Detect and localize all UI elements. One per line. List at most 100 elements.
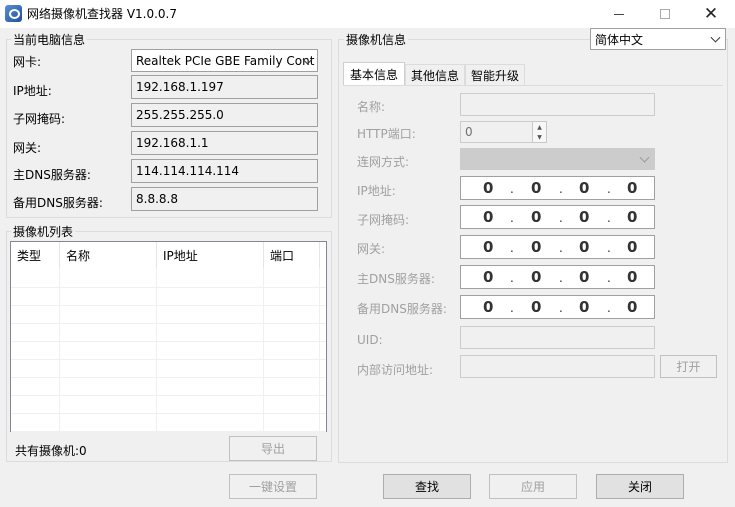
dns1-octet-3: 0 (579, 268, 590, 286)
tab-basic-info[interactable]: 基本信息 (343, 62, 405, 86)
close-button[interactable]: 关闭 (596, 474, 684, 499)
gateway-octet-4: 0 (627, 238, 638, 256)
octet-dot: . (510, 182, 514, 196)
internal-addr-field[interactable] (460, 355, 655, 378)
dns1-octet-2: 0 (531, 268, 542, 286)
net-mode-label: 连网方式: (357, 155, 410, 169)
mask-octet-2: 0 (531, 208, 542, 226)
octet-dot: . (559, 182, 563, 196)
dns2-octet-2: 0 (531, 298, 542, 316)
pc-gateway-label: 网关: (13, 141, 42, 155)
octet-dot: . (559, 241, 563, 255)
cam-gateway-field[interactable]: 0 . 0 . 0 . 0 (460, 235, 655, 259)
nic-value: Realtek PCIe GBE Family Cont (136, 53, 315, 68)
dns2-octet-4: 0 (627, 298, 638, 316)
uid-label: UID: (357, 333, 383, 347)
octet-dot: . (510, 211, 514, 225)
pc-dns2-label: 备用DNS服务器: (13, 196, 103, 210)
empty-row (11, 414, 326, 432)
empty-row (11, 360, 326, 378)
octet-dot: . (607, 241, 611, 255)
column-header-ip[interactable]: IP地址 (157, 242, 264, 268)
column-header-type[interactable]: 类型 (11, 242, 60, 268)
maximize-icon (642, 0, 688, 28)
net-mode-select[interactable] (460, 148, 655, 170)
empty-row (11, 324, 326, 342)
cam-name-field[interactable] (460, 93, 655, 116)
column-header-port[interactable]: 端口 (264, 242, 320, 268)
pc-mask-field[interactable]: 255.255.255.0 (131, 103, 318, 127)
pc-ip-field[interactable]: 192.168.1.197 (131, 75, 318, 99)
tab-smart-upgrade[interactable]: 智能升级 (465, 64, 525, 86)
ip-octet-1: 0 (483, 179, 494, 197)
cam-dns1-field[interactable]: 0 . 0 . 0 . 0 (460, 265, 655, 289)
chevron-down-icon (639, 152, 650, 163)
pc-info-title: 当前电脑信息 (11, 31, 88, 48)
octet-dot: . (559, 301, 563, 315)
nic-select[interactable]: Realtek PCIe GBE Family Cont (131, 49, 318, 72)
octet-dot: . (607, 211, 611, 225)
camera-list-header: 类型 名称 IP地址 端口 (11, 242, 326, 268)
column-header-name[interactable]: 名称 (60, 242, 157, 268)
spin-down-icon[interactable]: ▼ (533, 132, 546, 142)
cam-mask-label: 子网掩码: (357, 213, 410, 227)
internal-addr-label: 内部访问地址: (357, 363, 434, 377)
search-button[interactable]: 查找 (383, 474, 471, 499)
cam-dns2-field[interactable]: 0 . 0 . 0 . 0 (460, 295, 655, 319)
empty-row (11, 306, 326, 324)
http-port-field[interactable]: 0 (460, 121, 533, 143)
dns1-octet-4: 0 (627, 268, 638, 286)
language-value: 简体中文 (595, 32, 644, 47)
apply-button[interactable]: 应用 (489, 474, 577, 499)
ip-octet-4: 0 (627, 179, 638, 197)
language-select[interactable]: 简体中文 (590, 28, 726, 50)
close-icon[interactable]: ✕ (688, 0, 734, 28)
ip-octet-3: 0 (579, 179, 590, 197)
camera-list[interactable]: 类型 名称 IP地址 端口 (10, 241, 327, 432)
http-port-stepper[interactable]: ▲ ▼ (532, 121, 547, 143)
open-button[interactable]: 打开 (660, 355, 717, 378)
empty-row (11, 396, 326, 414)
app-camera-icon (5, 5, 22, 22)
cam-ip-field[interactable]: 0 . 0 . 0 . 0 (460, 176, 655, 200)
pc-dns2-field[interactable]: 8.8.8.8 (131, 187, 318, 211)
empty-row (11, 378, 326, 396)
cam-dns2-label: 备用DNS服务器: (357, 302, 447, 316)
octet-dot: . (510, 241, 514, 255)
octet-dot: . (510, 271, 514, 285)
gateway-octet-3: 0 (579, 238, 590, 256)
octet-dot: . (607, 301, 611, 315)
pc-dns1-field[interactable]: 114.114.114.114 (131, 159, 318, 183)
dns2-octet-1: 0 (483, 298, 494, 316)
export-button[interactable]: 导出 (229, 436, 317, 461)
spin-up-icon[interactable]: ▲ (533, 122, 546, 132)
mask-octet-1: 0 (483, 208, 494, 226)
tab-other-info[interactable]: 其他信息 (405, 64, 465, 86)
mask-octet-3: 0 (579, 208, 590, 226)
cam-dns1-label: 主DNS服务器: (357, 272, 435, 286)
pc-dns1-label: 主DNS服务器: (13, 168, 91, 182)
empty-row (11, 288, 326, 306)
ip-octet-2: 0 (531, 179, 542, 197)
empty-row (11, 270, 326, 288)
dns1-octet-1: 0 (483, 268, 494, 286)
minimize-icon[interactable] (596, 0, 642, 28)
octet-dot: . (607, 182, 611, 196)
gateway-octet-2: 0 (531, 238, 542, 256)
title-bar: 网络摄像机查找器 V1.0.0.7 ✕ (0, 0, 735, 28)
nic-label: 网卡: (13, 55, 42, 69)
pc-gateway-field[interactable]: 192.168.1.1 (131, 131, 318, 155)
http-port-label: HTTP端口: (357, 127, 416, 141)
mask-octet-4: 0 (627, 208, 638, 226)
octet-dot: . (607, 271, 611, 285)
gateway-octet-1: 0 (483, 238, 494, 256)
pc-ip-label: IP地址: (13, 84, 52, 98)
window-title: 网络摄像机查找器 V1.0.0.7 (27, 7, 178, 21)
cam-mask-field[interactable]: 0 . 0 . 0 . 0 (460, 205, 655, 229)
octet-dot: . (559, 271, 563, 285)
dns2-octet-3: 0 (579, 298, 590, 316)
one-click-setup-button[interactable]: 一键设置 (229, 474, 317, 499)
cam-name-label: 名称: (357, 100, 386, 114)
uid-field[interactable] (460, 326, 655, 349)
octet-dot: . (559, 211, 563, 225)
